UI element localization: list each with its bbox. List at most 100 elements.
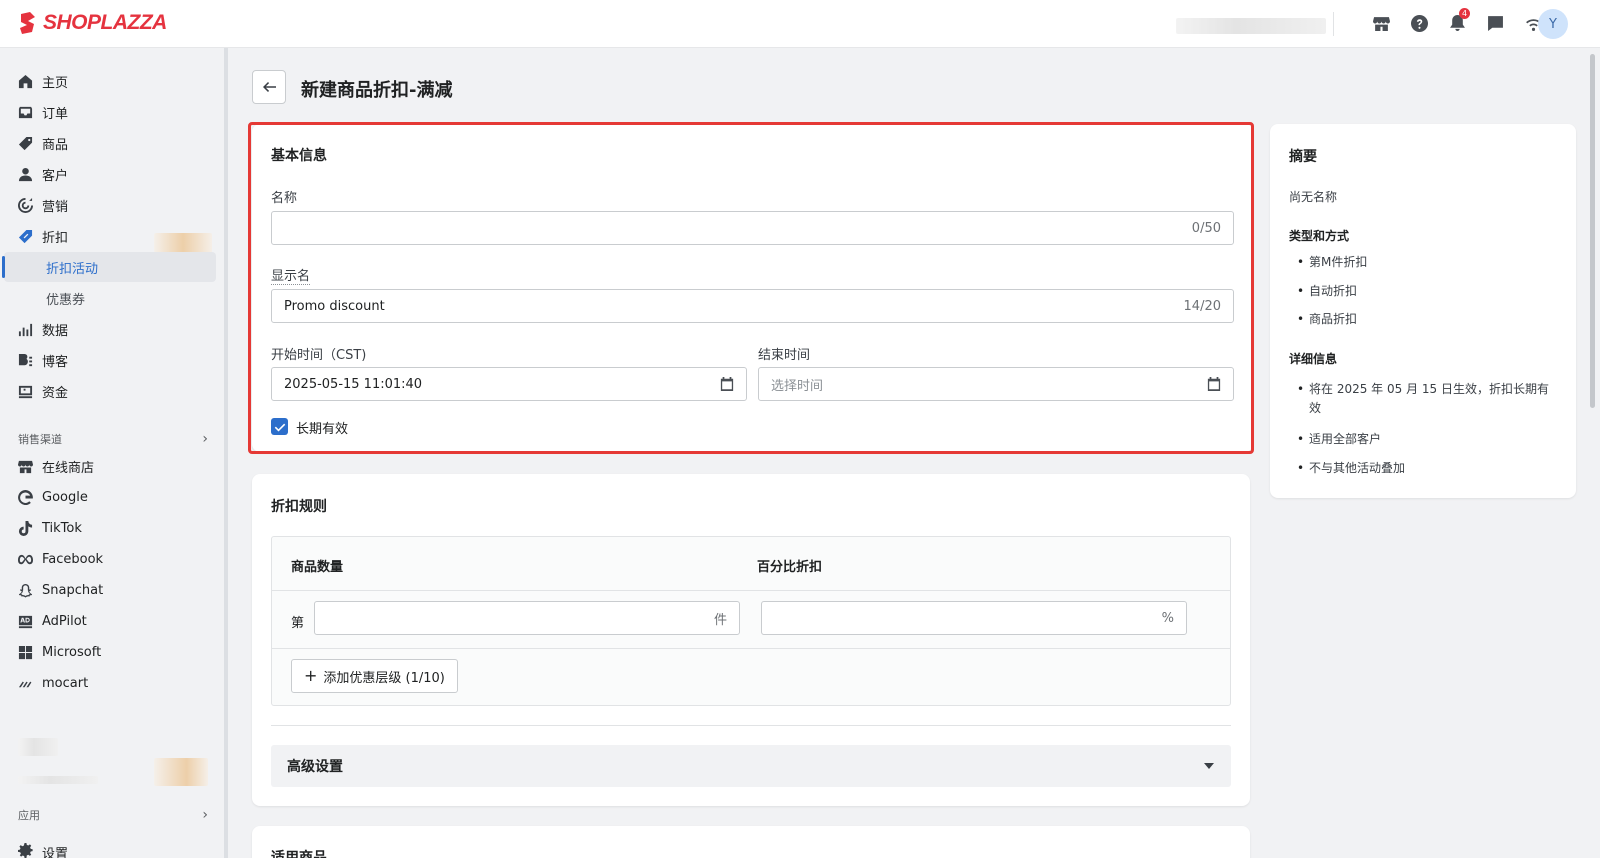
display-name-input[interactable]: Promo discount 14/20 bbox=[271, 289, 1234, 323]
discount-rules-title: 折扣规则 bbox=[271, 499, 327, 515]
applicable-products-card bbox=[252, 826, 1250, 858]
summary-type-item: 商品折扣 bbox=[1295, 310, 1357, 329]
sidebar-item-mocart[interactable]: mocart bbox=[0, 668, 216, 698]
sidebar-item-home[interactable]: 主页 bbox=[0, 66, 216, 96]
blurred-app-icon bbox=[18, 738, 58, 756]
sidebar-item-products[interactable]: 商品 bbox=[0, 128, 216, 158]
checkmark-icon bbox=[274, 423, 285, 431]
sidebar-item-label: 博客 bbox=[42, 354, 69, 370]
summary-detail-item: 不与其他活动叠加 bbox=[1295, 459, 1405, 478]
chevron-right-icon: › bbox=[202, 807, 208, 823]
start-time-value: 2025-05-15 11:01:40 bbox=[284, 376, 423, 392]
add-tier-label: 添加优惠层级 (1/10) bbox=[323, 670, 445, 686]
top-divider bbox=[1333, 12, 1334, 36]
rules-divider bbox=[272, 590, 1230, 591]
sidebar-item-coupons[interactable]: 优惠券 bbox=[4, 283, 216, 313]
brand-name: SHOPLAZZA bbox=[43, 11, 167, 34]
end-time-input[interactable]: 选择时间 bbox=[758, 367, 1234, 401]
calendar-icon[interactable] bbox=[1207, 377, 1221, 391]
sidebar-item-online-store[interactable]: 在线商店 bbox=[0, 451, 216, 481]
sales-channels-header[interactable]: 销售渠道 › bbox=[18, 431, 208, 447]
long-term-checkbox[interactable] bbox=[271, 418, 288, 435]
chevron-right-icon: › bbox=[202, 431, 208, 447]
sidebar-item-label: 在线商店 bbox=[42, 460, 95, 476]
sidebar-item-marketing[interactable]: 营销 bbox=[0, 190, 216, 220]
bell-icon[interactable]: 4 bbox=[1446, 8, 1470, 34]
name-counter: 0/50 bbox=[1191, 220, 1221, 236]
sidebar-item-label: 折扣 bbox=[42, 230, 69, 246]
col-quantity: 商品数量 bbox=[291, 560, 344, 575]
sidebar-item-label: mocart bbox=[42, 675, 89, 691]
avatar[interactable]: Y bbox=[1538, 9, 1568, 39]
mocart-icon bbox=[18, 681, 32, 687]
sidebar-item-blog[interactable]: 博客 bbox=[0, 345, 216, 375]
display-name-counter: 14/20 bbox=[1183, 298, 1221, 314]
quantity-input[interactable]: 件 bbox=[314, 601, 740, 635]
caret-down-icon bbox=[1204, 763, 1214, 769]
apps-header[interactable]: 应用 › bbox=[18, 807, 208, 823]
end-time-placeholder: 选择时间 bbox=[771, 378, 824, 394]
top-bar: SHOPLAZZA 4 Y bbox=[0, 0, 1600, 48]
applicable-products-title: 适用商品 bbox=[271, 850, 327, 858]
sidebar-item-label: Snapchat bbox=[42, 582, 104, 598]
add-tier-button[interactable]: + 添加优惠层级 (1/10) bbox=[291, 659, 458, 693]
sidebar-item-label: 数据 bbox=[42, 323, 69, 339]
sidebar-item-adpilot[interactable]: AdPilot bbox=[0, 606, 216, 636]
long-term-label[interactable]: 长期有效 bbox=[296, 418, 348, 437]
sidebar-item-label: Microsoft bbox=[42, 644, 102, 660]
plus-icon: + bbox=[304, 666, 318, 685]
summary-title: 摘要 bbox=[1289, 149, 1317, 165]
sidebar-item-label: 资金 bbox=[42, 385, 69, 401]
bar-chart-icon bbox=[18, 323, 33, 336]
display-name-value: Promo discount bbox=[284, 298, 385, 314]
quantity-suffix: 件 bbox=[713, 612, 727, 628]
back-button[interactable] bbox=[252, 70, 286, 104]
sidebar-scrollbar[interactable] bbox=[224, 48, 228, 858]
sales-channels-label: 销售渠道 bbox=[18, 433, 62, 446]
sidebar-item-orders[interactable]: 订单 bbox=[0, 97, 216, 127]
calendar-icon[interactable] bbox=[720, 377, 734, 391]
sidebar-item-label: AdPilot bbox=[42, 613, 87, 629]
inbox-icon bbox=[18, 106, 33, 118]
store-icon[interactable] bbox=[1370, 12, 1392, 34]
advanced-settings-label: 高级设置 bbox=[287, 759, 343, 775]
percent-input[interactable]: % bbox=[761, 601, 1187, 635]
end-time-label: 结束时间 bbox=[758, 348, 811, 363]
sidebar-item-facebook[interactable]: Facebook bbox=[0, 544, 216, 574]
blurred-app-badge bbox=[154, 758, 208, 786]
sidebar-item-label: 订单 bbox=[42, 106, 69, 122]
sidebar-item-tiktok[interactable]: TikTok bbox=[0, 513, 216, 543]
notification-badge: 4 bbox=[1459, 8, 1470, 19]
start-time-input[interactable]: 2025-05-15 11:01:40 bbox=[271, 367, 747, 401]
advanced-settings-toggle[interactable]: 高级设置 bbox=[271, 745, 1231, 787]
sidebar-item-finance[interactable]: 资金 bbox=[0, 376, 216, 406]
discount-icon bbox=[18, 229, 33, 243]
sidebar-item-settings[interactable]: 设置 bbox=[0, 843, 216, 858]
sidebar-item-snapchat[interactable]: Snapchat bbox=[0, 575, 216, 605]
page-scrollbar[interactable] bbox=[1590, 54, 1595, 408]
sidebar-item-label: Facebook bbox=[42, 551, 104, 567]
sidebar-item-microsoft[interactable]: Microsoft bbox=[0, 637, 216, 667]
adpilot-icon bbox=[18, 615, 33, 628]
sidebar-item-customers[interactable]: 客户 bbox=[0, 159, 216, 189]
highlight-frame bbox=[248, 122, 1254, 454]
sidebar-item-google[interactable]: Google bbox=[0, 482, 216, 512]
shoplazza-logo[interactable]: SHOPLAZZA bbox=[18, 11, 167, 35]
tiktok-icon bbox=[18, 520, 33, 536]
chat-icon[interactable] bbox=[1484, 12, 1506, 34]
summary-type-heading: 类型和方式 bbox=[1289, 229, 1350, 243]
sidebar-item-discount-activities[interactable]: 折扣活动 bbox=[2, 252, 216, 282]
blurred-app-label bbox=[18, 776, 98, 784]
sidebar-item-analytics[interactable]: 数据 bbox=[0, 314, 216, 344]
name-input[interactable]: 0/50 bbox=[271, 211, 1234, 245]
col-percent: 百分比折扣 bbox=[757, 560, 823, 575]
discount-badge-blurred bbox=[154, 233, 212, 253]
help-icon[interactable] bbox=[1408, 12, 1430, 34]
store-icon bbox=[18, 460, 33, 473]
store-name-blurred[interactable] bbox=[1176, 18, 1326, 34]
summary-detail-item: 将在 2025 年 05 月 15 日生效，折扣长期有效 bbox=[1295, 380, 1553, 418]
sidebar-item-label: 设置 bbox=[42, 847, 69, 858]
rules-divider bbox=[272, 648, 1230, 649]
section-divider bbox=[271, 725, 1231, 726]
basic-info-title: 基本信息 bbox=[271, 148, 327, 164]
